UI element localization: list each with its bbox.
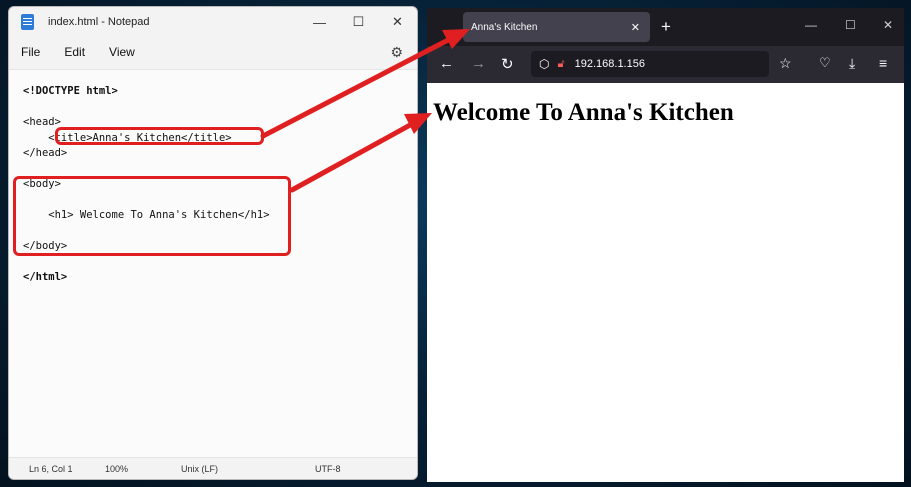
arrow-to-tab [260, 29, 470, 139]
arrow-to-heading [289, 113, 432, 193]
annotation-arrows [260, 29, 470, 193]
